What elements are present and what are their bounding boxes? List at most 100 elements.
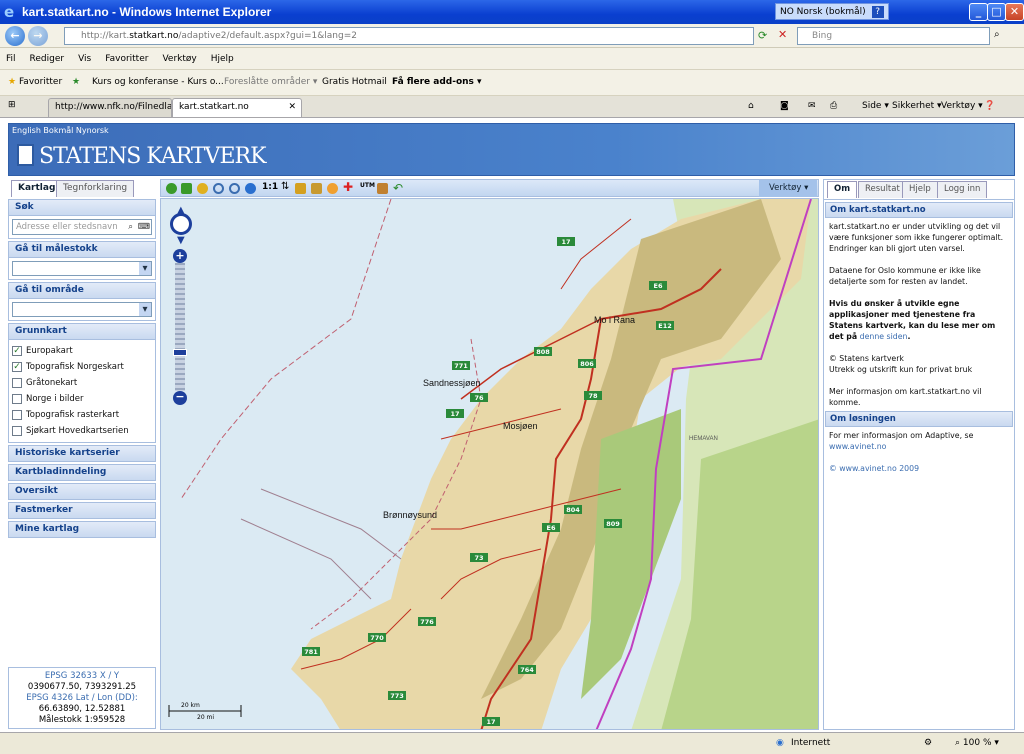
layer-europakart[interactable]: ✓ Europakart xyxy=(12,343,152,359)
tab-om[interactable]: Om xyxy=(827,181,858,198)
fav-item-suggested[interactable]: Foreslåtte områder ▾ xyxy=(224,77,317,87)
fav-item-hotmail[interactable]: Gratis Hotmail xyxy=(322,77,387,87)
stop-icon[interactable]: ✕ xyxy=(778,28,787,41)
basemap-section-header[interactable]: Grunnkart xyxy=(8,323,156,340)
checkbox[interactable]: ✓ xyxy=(12,362,22,372)
checkbox[interactable] xyxy=(12,410,22,420)
info-icon[interactable] xyxy=(166,183,177,194)
pan-hand-icon[interactable] xyxy=(197,183,208,194)
layers-icon[interactable] xyxy=(181,183,192,194)
favorites-button[interactable]: ★ Favoritter xyxy=(8,77,62,87)
tab-tegnforklaring[interactable]: Tegnforklaring xyxy=(56,180,135,197)
scale-select[interactable] xyxy=(12,261,152,276)
maximize-button[interactable]: □ xyxy=(987,3,1006,21)
url-field[interactable]: http://kart.statkart.no/adaptive2/defaul… xyxy=(64,27,754,45)
sun-icon[interactable] xyxy=(327,183,338,194)
denne-siden-link[interactable]: denne siden xyxy=(860,332,908,341)
search-icon[interactable]: ⌕ xyxy=(994,29,1000,40)
fav-item-addons[interactable]: Få flere add-ons ▾ xyxy=(392,77,482,87)
solution-section-header[interactable]: Om løsningen xyxy=(825,411,1013,427)
help-menu-icon[interactable]: ❓ xyxy=(984,101,995,111)
safety-menu[interactable]: Sikkerhet ▾ xyxy=(892,101,942,111)
scale-section-header[interactable]: Gå til målestokk xyxy=(8,241,156,258)
measure-icon[interactable] xyxy=(295,183,306,194)
language-indicator[interactable]: NO Norsk (bokmål)? xyxy=(775,3,889,20)
map-view[interactable]: Mo i Rana Sandnessjøen Mosjøen Brønnøysu… xyxy=(160,198,819,730)
menu-help[interactable]: Hjelp xyxy=(211,54,234,64)
globe-icon[interactable] xyxy=(245,183,256,194)
close-button[interactable]: ✕ xyxy=(1005,3,1024,21)
layer-topografisk-rasterkart[interactable]: Topografisk rasterkart xyxy=(12,407,152,423)
print-icon[interactable]: ⎙ xyxy=(830,101,837,111)
zoom-slider[interactable]: + − xyxy=(173,249,187,405)
search-section-header[interactable]: Søk xyxy=(8,199,156,216)
menu-view[interactable]: Vis xyxy=(78,54,91,64)
forward-button[interactable]: → xyxy=(28,26,48,46)
section-oversikt[interactable]: Oversikt xyxy=(8,483,156,500)
fav-item-kurs[interactable]: Kurs og konferanse - Kurs o... xyxy=(92,77,224,87)
zoom-in-icon[interactable] xyxy=(213,183,224,194)
menu-edit[interactable]: Rediger xyxy=(30,54,65,64)
area-section-header[interactable]: Gå til område xyxy=(8,282,156,299)
layer-gratonekart[interactable]: Gråtonekart xyxy=(12,375,152,391)
pan-down-icon[interactable]: ▼ xyxy=(177,235,185,246)
layer-norge-i-bilder[interactable]: Norge i bilder xyxy=(12,391,152,407)
tab-hjelp[interactable]: Hjelp xyxy=(902,181,938,198)
tab-statkart[interactable]: kart.statkart.no ✕ xyxy=(172,98,302,117)
refresh-icon[interactable]: ⟳ xyxy=(758,29,767,42)
section-historiske-kartserier[interactable]: Historiske kartserier xyxy=(8,445,156,462)
tab-logg-inn[interactable]: Logg inn xyxy=(937,181,988,198)
about-section-header[interactable]: Om kart.statkart.no xyxy=(825,202,1013,218)
area-measure-icon[interactable] xyxy=(311,183,322,194)
mail-icon[interactable]: ✉ xyxy=(808,101,816,111)
checkbox[interactable] xyxy=(12,426,22,436)
layer-sjokart[interactable]: Sjøkart Hovedkartserien xyxy=(12,423,152,439)
checkbox[interactable] xyxy=(12,394,22,404)
menu-favorites[interactable]: Favoritter xyxy=(105,54,148,64)
zoom-plus-button[interactable]: + xyxy=(173,249,187,263)
scale-one-to-one-icon[interactable]: 1:1 xyxy=(262,182,278,192)
menu-file[interactable]: Fil xyxy=(6,54,16,64)
area-select[interactable] xyxy=(12,302,152,317)
zoom-level[interactable]: ⌕ 100 % ▾ xyxy=(955,738,999,748)
search-input[interactable]: Bing xyxy=(797,27,990,45)
magnifier-icon[interactable]: ⌕ xyxy=(128,220,133,234)
pan-control[interactable]: ▲ ▼ xyxy=(167,205,195,246)
tab-resultat[interactable]: Resultat xyxy=(858,181,907,198)
section-fastmerker[interactable]: Fastmerker xyxy=(8,502,156,519)
protected-mode-icon[interactable]: ⚙ xyxy=(924,738,932,748)
updown-arrow-icon[interactable]: ⇅ xyxy=(281,181,289,192)
utm-icon[interactable]: UTM xyxy=(360,182,375,189)
quick-tabs-icon[interactable]: ⊞ xyxy=(8,100,16,110)
place-search-input[interactable]: Adresse eller stedsnavn ⌕ ⌨ xyxy=(12,219,152,235)
menu-tools[interactable]: Verktøy xyxy=(162,54,196,64)
minimize-button[interactable]: _ xyxy=(969,3,988,21)
checkbox[interactable]: ✓ xyxy=(12,346,22,356)
avinet-link[interactable]: www.avinet.no xyxy=(829,441,1009,452)
page-menu[interactable]: Side ▾ xyxy=(862,101,889,111)
section-kartbladinndeling[interactable]: Kartbladinndeling xyxy=(8,464,156,481)
tab-nfk[interactable]: http://www.nfk.no/Filnedlast... xyxy=(48,98,172,117)
back-button[interactable]: ← xyxy=(5,26,25,46)
map-canvas[interactable]: Mo i Rana Sandnessjøen Mosjøen Brønnøysu… xyxy=(161,199,819,730)
tab-kartlag[interactable]: Kartlag xyxy=(11,180,63,197)
checkbox[interactable] xyxy=(12,378,22,388)
close-tab-icon[interactable]: ✕ xyxy=(288,102,296,112)
home-icon[interactable]: ⌂ xyxy=(748,101,754,111)
zoom-minus-button[interactable]: − xyxy=(173,391,187,405)
feeds-icon[interactable]: ◙ xyxy=(780,101,789,111)
zoom-out-icon[interactable] xyxy=(229,183,240,194)
pan-up-icon[interactable]: ▲ xyxy=(177,205,185,216)
language-links[interactable]: English Bokmål Nynorsk xyxy=(12,126,109,135)
help-icon[interactable]: ? xyxy=(871,6,884,18)
add-favorite-icon[interactable]: ★ xyxy=(72,77,80,87)
avinet-copyright[interactable]: © www.avinet.no 2009 xyxy=(829,463,1009,474)
layer-topografisk-norgeskart[interactable]: ✓ Topografisk Norgeskart xyxy=(12,359,152,375)
tools-menu[interactable]: Verktøy ▾ xyxy=(941,101,983,111)
undo-arrow-icon[interactable]: ↶ xyxy=(393,181,403,195)
pan-ring-icon[interactable] xyxy=(170,213,192,235)
section-mine-kartlag[interactable]: Mine kartlag xyxy=(8,521,156,538)
zoom-handle[interactable] xyxy=(173,349,187,356)
verktoy-menu[interactable]: Verktøy ▾ xyxy=(759,180,817,197)
keyboard-icon[interactable]: ⌨ xyxy=(138,220,150,234)
